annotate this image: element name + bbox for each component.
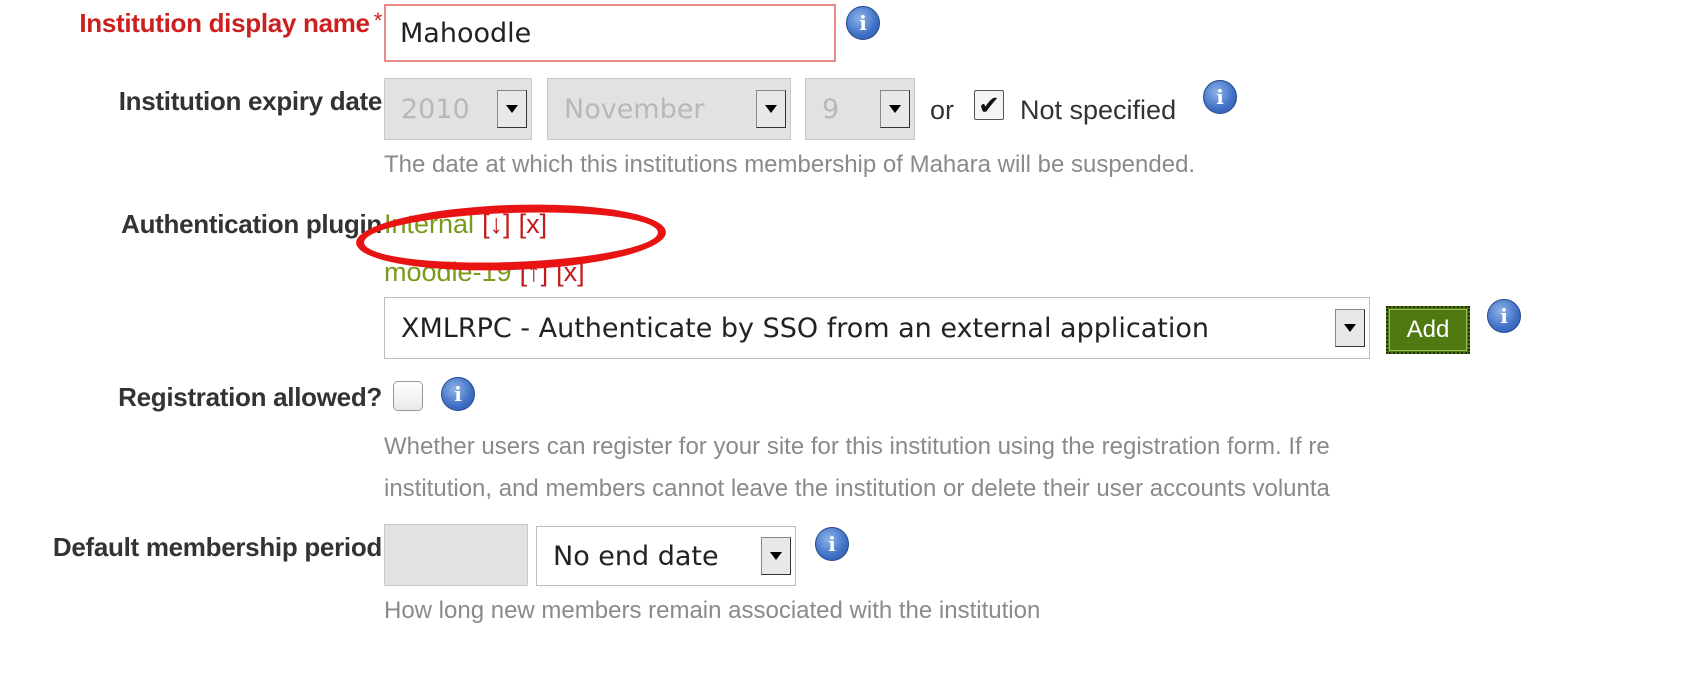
remove-link[interactable]: [x]: [556, 257, 585, 287]
membership-period-unit-value: No end date: [553, 540, 719, 572]
display-name-label: Institution display name *: [79, 8, 382, 39]
membership-period-unit-select[interactable]: No end date: [536, 526, 796, 586]
expiry-month-value: November: [564, 93, 705, 125]
expiry-date-label: Institution expiry date: [118, 86, 383, 116]
display-name-input-value: Mahoodle: [400, 17, 532, 49]
required-marker: *: [373, 8, 383, 33]
display-name-input[interactable]: Mahoodle: [384, 4, 836, 62]
expiry-date-info-icon[interactable]: i: [1203, 80, 1237, 114]
expiry-year-value: 2010: [401, 93, 470, 125]
info-glyph: i: [828, 532, 836, 556]
membership-period-help: How long new members remain associated w…: [384, 597, 1041, 624]
registration-help-line2: institution, and members cannot leave th…: [384, 475, 1330, 502]
membership-period-input[interactable]: [384, 524, 528, 586]
plugin-item-moodle-19: moodle-19 [↑] [x]: [384, 257, 585, 288]
not-specified-checkbox[interactable]: ✔: [974, 90, 1004, 120]
auth-plugin-select-value: XMLRPC - Authenticate by SSO from an ext…: [401, 312, 1209, 344]
membership-period-label: Default membership period: [52, 532, 382, 562]
registration-info-icon[interactable]: i: [441, 377, 475, 411]
registration-checkbox[interactable]: [393, 381, 423, 411]
expiry-month-select: November: [547, 78, 791, 140]
display-name-info-icon[interactable]: i: [846, 6, 880, 40]
plugin-item-internal: Internal [↓] [x]: [384, 209, 547, 240]
info-glyph: i: [454, 382, 462, 406]
move-down-link[interactable]: [↓]: [482, 209, 511, 239]
auth-plugin-select[interactable]: XMLRPC - Authenticate by SSO from an ext…: [384, 297, 1370, 359]
add-plugin-button[interactable]: Add: [1386, 306, 1470, 354]
info-glyph: i: [1216, 85, 1224, 109]
expiry-day-value: 9: [822, 93, 840, 125]
chevron-down-icon: [761, 537, 791, 575]
info-glyph: i: [1500, 304, 1508, 328]
membership-period-info-icon[interactable]: i: [815, 527, 849, 561]
or-text: or: [930, 95, 955, 125]
plugin-name: Internal: [384, 209, 475, 239]
auth-plugin-label: Authentication plugin: [121, 209, 382, 239]
plugin-name: moodle-19: [384, 257, 512, 287]
expiry-date-help: The date at which this institutions memb…: [384, 151, 1196, 178]
chevron-down-icon: [1335, 309, 1365, 347]
expiry-year-select: 2010: [384, 78, 532, 140]
chevron-down-icon: [497, 90, 527, 128]
remove-link[interactable]: [x]: [519, 209, 548, 239]
display-name-label-text: Institution display name: [79, 8, 370, 38]
registration-help-line1: Whether users can register for your site…: [384, 433, 1330, 460]
info-glyph: i: [859, 11, 867, 35]
auth-plugin-info-icon[interactable]: i: [1487, 299, 1521, 333]
expiry-day-select: 9: [805, 78, 915, 140]
move-up-link[interactable]: [↑]: [520, 257, 549, 287]
registration-label: Registration allowed?: [118, 382, 382, 412]
chevron-down-icon: [756, 90, 786, 128]
not-specified-label: Not specified: [1020, 95, 1177, 125]
chevron-down-icon: [880, 90, 910, 128]
